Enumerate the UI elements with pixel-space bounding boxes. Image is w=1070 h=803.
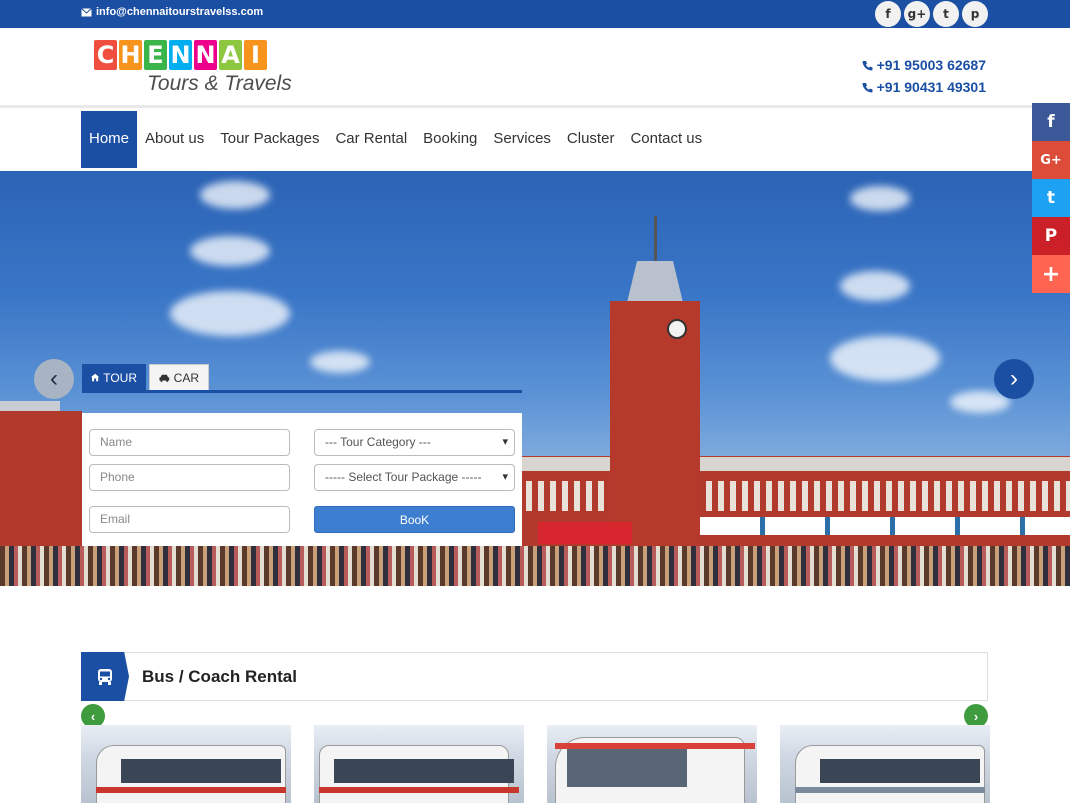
nav-item-about-us[interactable]: About us bbox=[137, 111, 212, 168]
chevron-right-icon: › bbox=[973, 708, 979, 724]
bus-card[interactable] bbox=[81, 725, 291, 803]
booking-form: Name Phone Email --- Tour Category --- -… bbox=[82, 413, 522, 546]
logo-subtitle: Tours & Travels bbox=[147, 72, 292, 95]
social-links: f g+ t p bbox=[875, 1, 988, 27]
section-title: Bus / Coach Rental bbox=[142, 667, 297, 686]
site-logo[interactable]: C H E N N A I Tours & Travels bbox=[94, 40, 292, 95]
tab-car[interactable]: CAR bbox=[149, 364, 209, 391]
logo-letter: N bbox=[194, 40, 217, 70]
slider-next-button[interactable]: › bbox=[994, 359, 1034, 399]
share-twitter-icon[interactable]: t bbox=[1032, 179, 1070, 217]
bus-card[interactable] bbox=[314, 725, 524, 803]
share-pinterest-icon[interactable]: P bbox=[1032, 217, 1070, 255]
phone-2[interactable]: +91 90431 49301 bbox=[862, 76, 986, 98]
nav-item-services[interactable]: Services bbox=[485, 111, 559, 168]
chevron-left-icon: ‹ bbox=[90, 708, 96, 724]
email-link[interactable]: info@chennaitourstravelss.com bbox=[81, 6, 263, 18]
envelope-icon bbox=[81, 7, 92, 16]
nav-item-tour-packages[interactable]: Tour Packages bbox=[212, 111, 327, 168]
tab-tour-label: TOUR bbox=[103, 370, 137, 385]
book-button[interactable]: BooK bbox=[314, 506, 515, 533]
main-nav: Home About us Tour Packages Car Rental B… bbox=[0, 111, 1070, 170]
chevron-right-icon: › bbox=[1010, 365, 1018, 392]
logo-letter: C bbox=[94, 40, 117, 70]
nav-item-booking[interactable]: Booking bbox=[415, 111, 485, 168]
share-google-plus-icon[interactable]: G+ bbox=[1032, 141, 1070, 179]
floating-share-bar: f G+ t P + bbox=[1032, 103, 1070, 293]
bus-card[interactable] bbox=[780, 725, 990, 803]
slider-prev-button[interactable]: ‹ bbox=[34, 359, 74, 399]
tab-tour[interactable]: TOUR bbox=[82, 364, 146, 391]
booking-tabs: TOUR CAR bbox=[82, 364, 209, 391]
share-facebook-icon[interactable]: f bbox=[1032, 103, 1070, 141]
top-bar: info@chennaitourstravelss.com f g+ t p bbox=[0, 0, 1070, 28]
tour-package-select[interactable]: ----- Select Tour Package ----- bbox=[314, 464, 515, 491]
tab-car-label: CAR bbox=[173, 370, 199, 385]
logo-letter: A bbox=[219, 40, 242, 70]
name-input[interactable]: Name bbox=[89, 429, 290, 456]
email-input[interactable]: Email bbox=[89, 506, 290, 533]
tour-category-select[interactable]: --- Tour Category --- bbox=[314, 429, 515, 456]
phone-1-text: +91 95003 62687 bbox=[876, 57, 986, 73]
bus-card[interactable] bbox=[547, 725, 757, 803]
phone-input[interactable]: Phone bbox=[89, 464, 290, 491]
facebook-icon[interactable]: f bbox=[875, 1, 901, 27]
nav-item-car-rental[interactable]: Car Rental bbox=[327, 111, 415, 168]
phone-icon bbox=[862, 60, 873, 70]
nav-item-contact-us[interactable]: Contact us bbox=[622, 111, 710, 168]
car-icon bbox=[159, 374, 170, 382]
logo-letter: H bbox=[119, 40, 142, 70]
phone-icon bbox=[862, 82, 873, 92]
phone-numbers: +91 95003 62687 +91 90431 49301 bbox=[862, 54, 986, 98]
nav-item-cluster[interactable]: Cluster bbox=[559, 111, 623, 168]
bus-icon bbox=[81, 652, 129, 701]
share-plus-icon[interactable]: + bbox=[1032, 255, 1070, 293]
logo-letter: E bbox=[144, 40, 167, 70]
site-header: C H E N N A I Tours & Travels +91 95003 … bbox=[0, 28, 1070, 108]
phone-1[interactable]: +91 95003 62687 bbox=[862, 54, 986, 76]
google-plus-icon[interactable]: g+ bbox=[904, 1, 930, 27]
twitter-icon[interactable]: t bbox=[933, 1, 959, 27]
phone-2-text: +91 90431 49301 bbox=[876, 79, 986, 95]
tab-underline bbox=[82, 390, 522, 393]
home-icon bbox=[91, 373, 100, 382]
logo-letter: I bbox=[244, 40, 267, 70]
pinterest-icon[interactable]: p bbox=[962, 1, 988, 27]
hero-slider: ‹ › TOUR CAR Name Phone Email --- Tour C… bbox=[0, 171, 1070, 586]
chevron-left-icon: ‹ bbox=[50, 365, 58, 392]
logo-letter: N bbox=[169, 40, 192, 70]
email-text: info@chennaitourstravelss.com bbox=[96, 6, 264, 18]
logo-letters: C H E N N A I bbox=[94, 40, 267, 70]
nav-item-home[interactable]: Home bbox=[81, 111, 138, 168]
bus-section-header: Bus / Coach Rental bbox=[81, 652, 988, 701]
